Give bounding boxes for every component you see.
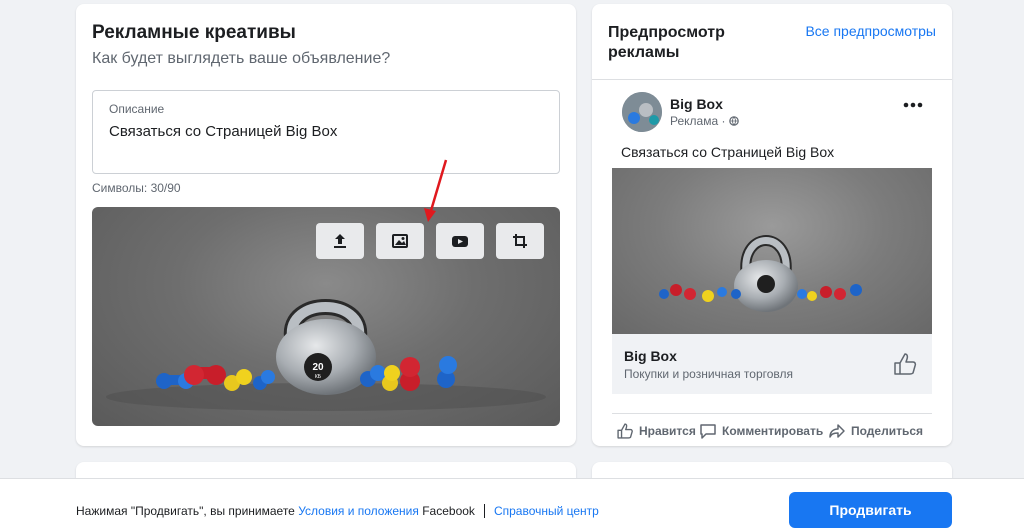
help-center-link[interactable]: Справочный центр (494, 504, 599, 518)
footer-bar: Нажимая "Продвигать", вы принимаете Усло… (0, 478, 1024, 530)
creatives-subtitle: Как будет выглядеть ваше объявление? (92, 50, 391, 67)
divider (592, 79, 952, 80)
select-image-button[interactable] (376, 223, 424, 259)
like-label: Нравится (639, 424, 696, 438)
link-title: Big Box (624, 348, 677, 364)
link-preview-box[interactable]: Big Box Покупки и розничная торговля (612, 334, 932, 394)
creatives-title: Рекламные креативы (92, 22, 296, 43)
post-image[interactable] (612, 168, 932, 334)
page-name[interactable]: Big Box (670, 96, 723, 112)
ad-media-image: 20 КБ (92, 207, 560, 426)
upload-media-button[interactable] (316, 223, 364, 259)
comment-label: Комментировать (722, 424, 824, 438)
globe-icon (729, 116, 740, 126)
separator (483, 504, 485, 518)
crop-button[interactable] (496, 223, 544, 259)
crop-icon (513, 234, 527, 248)
more-options-icon[interactable] (902, 98, 924, 112)
description-label: Описание (109, 102, 165, 116)
comment-icon (700, 424, 716, 439)
description-value[interactable]: Связаться со Страницей Big Box (109, 123, 337, 140)
kettlebell-weight-label: 20 (312, 362, 324, 373)
thumbs-up-icon (617, 423, 633, 439)
select-video-button[interactable] (436, 223, 484, 259)
like-page-icon[interactable] (892, 351, 918, 377)
sponsored-label: Реклама · (670, 114, 740, 128)
all-previews-link[interactable]: Все предпросмотры (805, 23, 936, 39)
divider (612, 413, 932, 414)
ad-creatives-card: Рекламные креативы Как будет выглядеть в… (76, 4, 576, 446)
description-field[interactable]: Описание Связаться со Страницей Big Box (92, 90, 560, 174)
terms-prefix: Нажимая "Продвигать", вы принимаете (76, 504, 299, 518)
character-count: Символы: 30/90 (92, 181, 181, 195)
sponsored-text: Реклама · (670, 114, 726, 128)
share-action[interactable]: Поделиться (828, 422, 923, 440)
page-avatar-image (622, 92, 662, 132)
ad-preview-card: Предпросмотр рекламы Все предпросмотры B… (592, 4, 952, 446)
like-action[interactable]: Нравится (616, 422, 696, 440)
image-gallery-icon (392, 234, 408, 248)
share-icon (829, 424, 845, 438)
kettlebell-unit-label: КБ (315, 374, 322, 380)
kettlebell-photo-small (659, 235, 862, 312)
link-subtitle: Покупки и розничная торговля (624, 367, 794, 381)
post-text: Связаться со Страницей Big Box (621, 144, 835, 160)
preview-title: Предпросмотр рекламы (608, 24, 725, 61)
video-icon (452, 236, 468, 247)
annotation-arrow-icon (424, 159, 448, 222)
terms-notice: Нажимая "Продвигать", вы принимаете Усло… (76, 504, 599, 518)
share-label: Поделиться (851, 424, 924, 438)
promote-button[interactable]: Продвигать (789, 492, 952, 528)
upload-icon (334, 234, 346, 248)
terms-suffix: Facebook (418, 504, 475, 518)
comment-action[interactable]: Комментировать (699, 422, 823, 440)
avatar[interactable] (622, 92, 662, 132)
terms-link[interactable]: Условия и положения (298, 504, 419, 518)
